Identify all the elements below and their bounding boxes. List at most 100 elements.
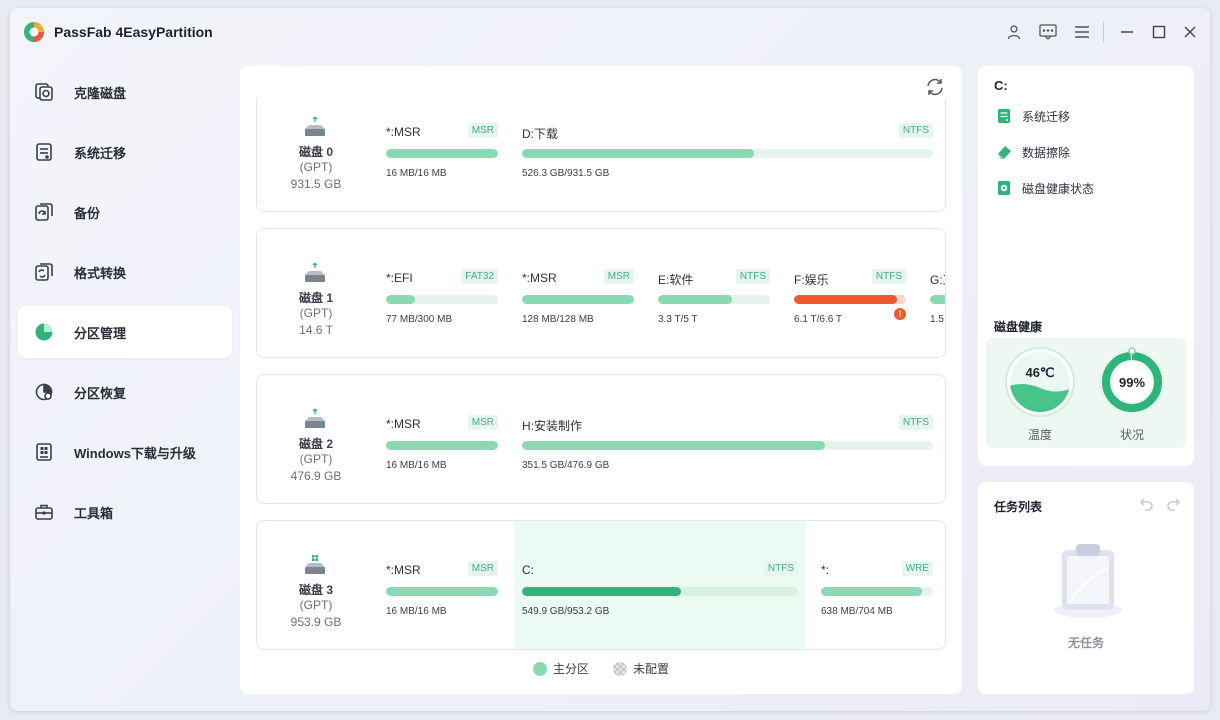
usage-bar-fill — [522, 295, 634, 304]
partition-block[interactable]: D:下载 NTFS 526.3 GB/931.5 GB — [522, 98, 933, 211]
sidebar-item-label: 克隆磁盘 — [74, 85, 127, 101]
action-label: 磁盘健康状态 — [1022, 181, 1095, 196]
partition-block[interactable]: E:软件 NTFS 3.3 T/5 T — [658, 229, 770, 357]
partition-block[interactable]: *:MSR MSR 128 MB/128 MB — [522, 229, 634, 357]
sidebar-item-backup[interactable]: 备份 — [18, 186, 232, 238]
sidebar-item-partition-manage[interactable]: 分区管理 — [18, 306, 232, 358]
partition-block[interactable]: *: WRE 638 MB/704 MB — [821, 521, 933, 649]
temperature-value: 46℃ — [1025, 365, 1054, 380]
action-system-migrate[interactable]: 系统迁移 — [996, 105, 1070, 127]
partition-usage: 3.3 T/5 T — [658, 314, 698, 325]
sidebar-item-clone-disk[interactable]: 克隆磁盘 — [18, 66, 232, 118]
filesystem-badge: NTFS — [871, 269, 906, 284]
sidebar-item-system-migrate[interactable]: 系统迁移 — [18, 126, 232, 178]
partition-name: F:娱乐 — [794, 273, 829, 287]
refresh-icon[interactable] — [924, 76, 946, 98]
disk-name: 磁盘 1 — [298, 291, 333, 305]
usage-bar-fill — [522, 587, 682, 596]
windows-disk-icon — [305, 555, 325, 574]
partition-block[interactable]: *:MSR MSR 16 MB/16 MB — [386, 521, 498, 649]
action-data-erase[interactable]: 数据擦除 — [996, 141, 1070, 163]
partition-block-selected[interactable]: C: NTFS 549.9 GB/953.2 GB — [514, 521, 806, 649]
filesystem-badge: FAT32 — [461, 269, 498, 284]
minimize-icon[interactable] — [1116, 21, 1138, 43]
filesystem-badge: MSR — [603, 269, 634, 284]
sidebar-item-format-convert[interactable]: 格式转换 — [18, 246, 232, 298]
filesystem-badge: NTFS — [763, 561, 798, 576]
menu-icon[interactable] — [1071, 21, 1093, 43]
warning-icon[interactable]: ! — [894, 308, 906, 320]
partition-name: E:软件 — [658, 273, 694, 287]
app-title: PassFab 4EasyPartition — [54, 24, 213, 40]
disk-card-0[interactable]: 磁盘 0 (GPT) 931.5 GB *:MSR MSR 16 MB/16 M… — [256, 98, 946, 212]
filesystem-badge: NTFS — [898, 123, 933, 138]
usage-bar — [658, 295, 770, 304]
sidebar-item-partition-recover[interactable]: 分区恢复 — [18, 366, 232, 418]
partition-block[interactable]: *:EFI FAT32 77 MB/300 MB — [386, 229, 498, 357]
sidebar-item-label: 工具箱 — [74, 505, 114, 521]
disk-type: (GPT) — [299, 160, 333, 174]
partition-name: *:EFI — [386, 271, 413, 285]
legend-unallocated-label: 未配置 — [633, 662, 670, 676]
partition-recover-icon — [34, 382, 54, 402]
app-logo-icon — [24, 22, 44, 42]
usage-bar — [522, 295, 634, 304]
partition-usage: 128 MB/128 MB — [522, 314, 594, 325]
partition-name: *:MSR — [386, 563, 421, 577]
disk-card-2[interactable]: 磁盘 2 (GPT) 476.9 GB *:MSR MSR 16 MB/16 M… — [256, 374, 946, 504]
maximize-icon[interactable] — [1148, 21, 1170, 43]
partition-block[interactable]: *:MSR MSR 16 MB/16 MB — [386, 98, 498, 211]
filesystem-badge: NTFS — [735, 269, 770, 284]
usage-bar-fill — [386, 149, 498, 158]
sidebar-item-toolbox[interactable]: 工具箱 — [18, 486, 232, 538]
filesystem-badge: MSR — [467, 415, 498, 430]
disk-info: 磁盘 0 (GPT) 931.5 GB — [257, 98, 375, 211]
partition-block[interactable]: F:娱乐 NTFS 6.1 T/6.6 T ! — [794, 229, 906, 357]
partition-block[interactable]: G:工 1.5 — [930, 229, 945, 357]
usage-bar — [522, 149, 933, 158]
partition-block[interactable]: H:安装制作 NTFS 351.5 GB/476.9 GB — [522, 375, 933, 503]
usage-bar — [522, 587, 798, 596]
usage-bar — [821, 587, 933, 596]
usb-disk-icon — [305, 117, 325, 136]
action-label: 系统迁移 — [1022, 109, 1071, 124]
partition-name: *: — [821, 563, 830, 577]
temperature-gauge: 46℃ — [1005, 347, 1075, 417]
empty-task-text: 无任务 — [1067, 636, 1104, 650]
selected-partition-title: C: — [994, 78, 1008, 93]
filesystem-badge: NTFS — [898, 415, 933, 430]
undo-icon[interactable] — [1138, 496, 1154, 512]
usb-disk-icon — [305, 263, 325, 282]
unallocated-swatch — [613, 661, 627, 676]
partition-legend: 主分区 未配置 — [240, 660, 962, 677]
disk-card-3[interactable]: 磁盘 3 (GPT) 953.9 GB *:MSR MSR 16 MB/16 M… — [256, 520, 946, 650]
system-migrate-icon — [996, 108, 1012, 124]
partition-details-panel: C: 系统迁移 数据擦除 磁盘健康状态 磁盘健康 46℃ 温度 99% 状况 — [978, 66, 1194, 466]
status-gauge: 99% — [1099, 347, 1165, 415]
user-icon[interactable] — [1003, 21, 1025, 43]
partition-usage: 638 MB/704 MB — [821, 606, 893, 617]
partition-usage: 6.1 T/6.6 T — [794, 314, 842, 325]
disk-type: (GPT) — [299, 306, 333, 320]
clone-disk-icon — [34, 82, 54, 102]
close-icon[interactable] — [1179, 21, 1201, 43]
task-list-title: 任务列表 — [994, 500, 1043, 514]
disk-name: 磁盘 3 — [298, 583, 333, 597]
partition-block[interactable]: *:MSR MSR 16 MB/16 MB — [386, 375, 498, 503]
action-disk-health[interactable]: 磁盘健康状态 — [996, 177, 1094, 199]
app-window: PassFab 4EasyPartition 克隆磁盘 系统迁移 备份 格式转换… — [10, 8, 1210, 711]
feedback-icon[interactable] — [1037, 21, 1059, 43]
task-list-panel: 任务列表 无任务 — [978, 482, 1194, 694]
redo-icon[interactable] — [1166, 496, 1182, 512]
usage-bar — [386, 587, 498, 596]
partition-usage: 1.5 — [930, 314, 944, 325]
legend-primary: 主分区 — [532, 660, 589, 677]
sidebar-item-windows-download[interactable]: Windows下载与升级 — [18, 426, 232, 478]
sidebar-item-label: 系统迁移 — [74, 145, 127, 161]
usage-bar-fill — [821, 587, 923, 596]
partition-name: *:MSR — [522, 271, 557, 285]
disk-card-1[interactable]: 磁盘 1 (GPT) 14.6 T *:EFI FAT32 77 MB/300 … — [256, 228, 946, 358]
filesystem-badge: WRE — [901, 561, 933, 576]
partition-name: *:MSR — [386, 125, 421, 139]
disk-type: (GPT) — [299, 452, 333, 466]
